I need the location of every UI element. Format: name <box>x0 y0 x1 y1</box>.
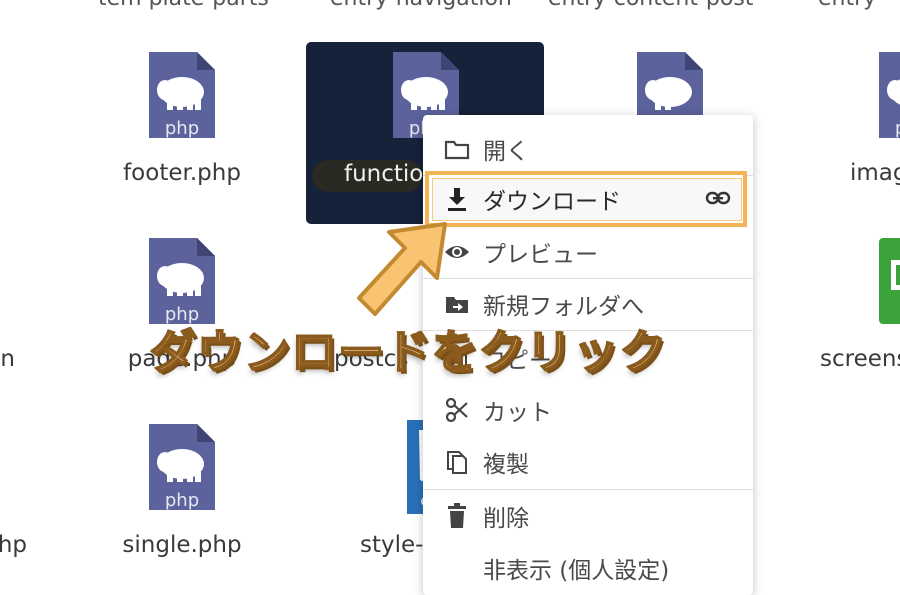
selected-file-name: functio <box>344 161 424 187</box>
menu-item-hide[interactable]: 非表示 (個人設定) <box>423 542 753 594</box>
menu-item-label: ダウンロード <box>483 189 621 215</box>
menu-item-label: プレビュー <box>483 242 598 268</box>
menu-item-open[interactable]: 開く <box>423 123 753 175</box>
download-icon <box>439 184 475 214</box>
menu-item-preview[interactable]: プレビュー <box>423 226 753 278</box>
menu-item-cut[interactable]: カット <box>423 384 753 436</box>
menu-item-label: 複製 <box>483 452 529 478</box>
file-name: hp <box>0 160 85 186</box>
php-badge: php <box>165 118 199 139</box>
file-name: screens <box>820 346 900 372</box>
trash-icon <box>439 501 475 531</box>
menu-item-label: 削除 <box>483 506 529 532</box>
menu-item-duplicate[interactable]: 複製 <box>423 436 753 488</box>
folder-icon <box>439 134 475 164</box>
image-file-icon <box>879 238 900 324</box>
file-name: single.php <box>122 532 242 558</box>
file-name: imag <box>850 160 900 186</box>
file-name: hp <box>0 532 27 558</box>
top-label-4: entry- <box>818 0 884 11</box>
php-file-icon: php <box>149 52 215 139</box>
php-file-icon: php <box>149 238 215 325</box>
menu-item-label: カット <box>483 400 552 426</box>
top-label-2: entry-navigation <box>330 0 512 11</box>
blank-icon <box>439 553 475 583</box>
php-badge: php <box>895 118 900 139</box>
link-icon <box>705 187 731 215</box>
scissors-icon <box>439 395 475 425</box>
menu-item-label: 非表示 (個人設定) <box>483 558 670 584</box>
php-file-icon: php <box>879 52 900 139</box>
duplicate-icon <box>439 447 475 477</box>
php-file-icon: php <box>149 424 215 511</box>
top-label-3: entry-content-post <box>548 0 753 11</box>
menu-item-delete[interactable]: 削除 <box>423 490 753 542</box>
file-name: n <box>0 346 15 372</box>
menu-item-label: 開く <box>483 139 529 165</box>
instruction-caption: ダウンロードをクリック <box>149 324 667 380</box>
menu-item-download[interactable]: ダウンロード <box>423 173 745 225</box>
top-label-1: tem plate-parts <box>98 0 269 11</box>
file-name: footer.php <box>123 160 241 186</box>
php-badge: php <box>165 490 199 511</box>
